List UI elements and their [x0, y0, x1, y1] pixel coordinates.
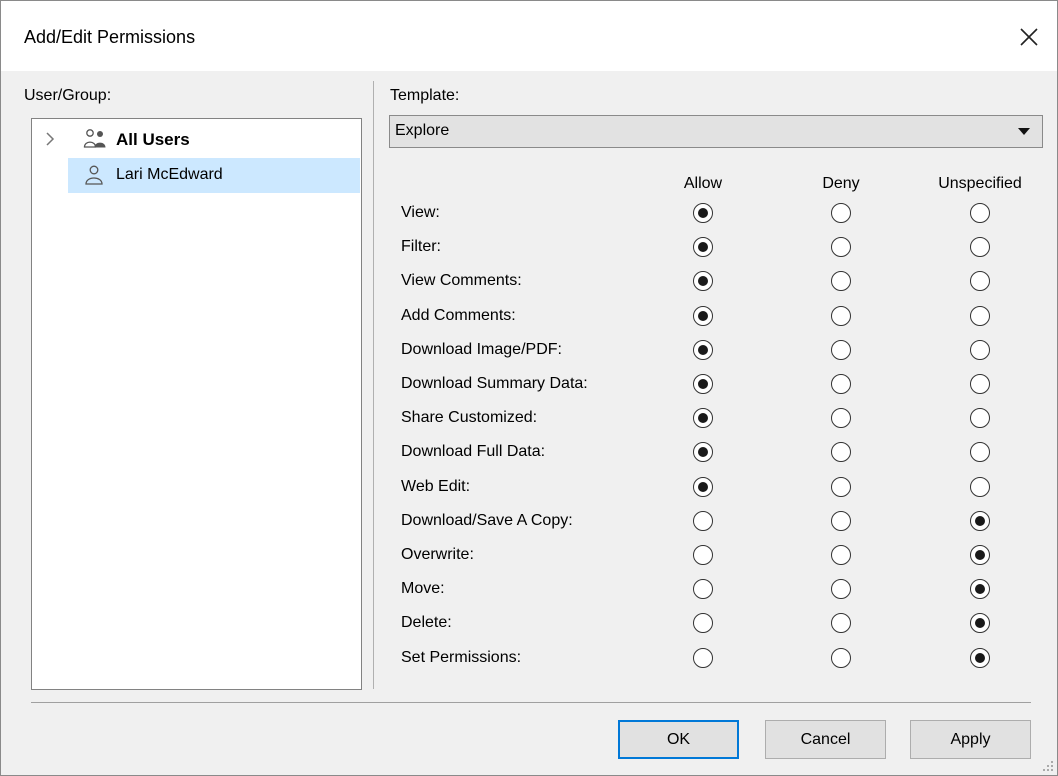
radio-allow[interactable] [693, 408, 713, 428]
radio-deny[interactable] [831, 511, 851, 531]
radio-deny[interactable] [831, 340, 851, 360]
apply-button[interactable]: Apply [910, 720, 1031, 759]
radio-deny[interactable] [831, 408, 851, 428]
column-header-deny: Deny [822, 175, 860, 192]
permission-label: Download Image/PDF: [401, 341, 562, 358]
radio-unspecified[interactable] [970, 648, 990, 668]
permission-label: Download/Save A Copy: [401, 512, 573, 529]
radio-deny[interactable] [831, 271, 851, 291]
radio-deny[interactable] [831, 442, 851, 462]
chevron-right-icon[interactable] [44, 131, 56, 147]
radio-allow[interactable] [693, 271, 713, 291]
radio-allow[interactable] [693, 442, 713, 462]
radio-allow[interactable] [693, 545, 713, 565]
radio-allow[interactable] [693, 648, 713, 668]
radio-deny[interactable] [831, 545, 851, 565]
radio-deny[interactable] [831, 374, 851, 394]
radio-deny[interactable] [831, 203, 851, 223]
group-icon [83, 129, 106, 148]
radio-unspecified[interactable] [970, 579, 990, 599]
radio-unspecified[interactable] [970, 442, 990, 462]
radio-unspecified[interactable] [970, 237, 990, 257]
permission-label: Add Comments: [401, 307, 516, 324]
template-value: Explore [395, 122, 450, 139]
permissions-dialog: Add/Edit Permissions User/Group: All Use… [0, 0, 1058, 776]
radio-allow[interactable] [693, 306, 713, 326]
radio-unspecified[interactable] [970, 408, 990, 428]
radio-deny[interactable] [831, 648, 851, 668]
user-group-label: User/Group: [24, 87, 112, 104]
permission-label: Set Permissions: [401, 649, 522, 666]
template-select[interactable]: Explore [389, 115, 1043, 148]
resize-grip-icon[interactable] [1042, 760, 1054, 772]
tree-item-label: Lari McEdward [116, 166, 223, 183]
radio-allow[interactable] [693, 477, 713, 497]
permission-label: Share Customized: [401, 409, 538, 426]
radio-allow[interactable] [693, 237, 713, 257]
radio-unspecified[interactable] [970, 271, 990, 291]
radio-allow[interactable] [693, 613, 713, 633]
radio-deny[interactable] [831, 613, 851, 633]
tree-item-all-users[interactable]: All Users [32, 122, 361, 157]
user-icon [85, 165, 103, 185]
footer-divider [31, 702, 1031, 703]
radio-allow[interactable] [693, 374, 713, 394]
ok-button[interactable]: OK [618, 720, 739, 759]
permission-label: Download Full Data: [401, 443, 546, 460]
column-header-allow: Allow [683, 175, 723, 192]
close-button[interactable] [1007, 15, 1051, 59]
panel-divider [373, 81, 374, 689]
radio-deny[interactable] [831, 237, 851, 257]
radio-allow[interactable] [693, 203, 713, 223]
close-icon [1020, 28, 1038, 46]
permission-label: Move: [401, 580, 445, 597]
radio-unspecified[interactable] [970, 306, 990, 326]
dropdown-arrow-icon [1018, 128, 1030, 135]
radio-allow[interactable] [693, 340, 713, 360]
radio-deny[interactable] [831, 579, 851, 599]
radio-unspecified[interactable] [970, 203, 990, 223]
permission-label: Download Summary Data: [401, 375, 588, 392]
permission-label: Web Edit: [401, 478, 471, 495]
radio-unspecified[interactable] [970, 340, 990, 360]
radio-unspecified[interactable] [970, 477, 990, 497]
permission-label: Delete: [401, 614, 452, 631]
user-group-tree[interactable]: All Users Lari McEdward [31, 118, 362, 690]
radio-allow[interactable] [693, 511, 713, 531]
radio-allow[interactable] [693, 579, 713, 599]
radio-unspecified[interactable] [970, 511, 990, 531]
tree-item-label: All Users [116, 130, 190, 149]
permission-label: View: [401, 204, 440, 221]
dialog-title: Add/Edit Permissions [24, 27, 196, 47]
radio-unspecified[interactable] [970, 374, 990, 394]
template-label: Template: [390, 87, 460, 104]
permission-label: Overwrite: [401, 546, 474, 563]
permission-label: Filter: [401, 238, 441, 255]
tree-item-lari-mcedward[interactable]: Lari McEdward [32, 158, 361, 193]
title-bar: Add/Edit Permissions [1, 1, 1057, 71]
radio-unspecified[interactable] [970, 545, 990, 565]
permission-label: View Comments: [401, 272, 522, 289]
radio-deny[interactable] [831, 306, 851, 326]
radio-unspecified[interactable] [970, 613, 990, 633]
radio-deny[interactable] [831, 477, 851, 497]
column-header-unspecified: Unspecified [938, 175, 1022, 192]
cancel-button[interactable]: Cancel [765, 720, 886, 759]
